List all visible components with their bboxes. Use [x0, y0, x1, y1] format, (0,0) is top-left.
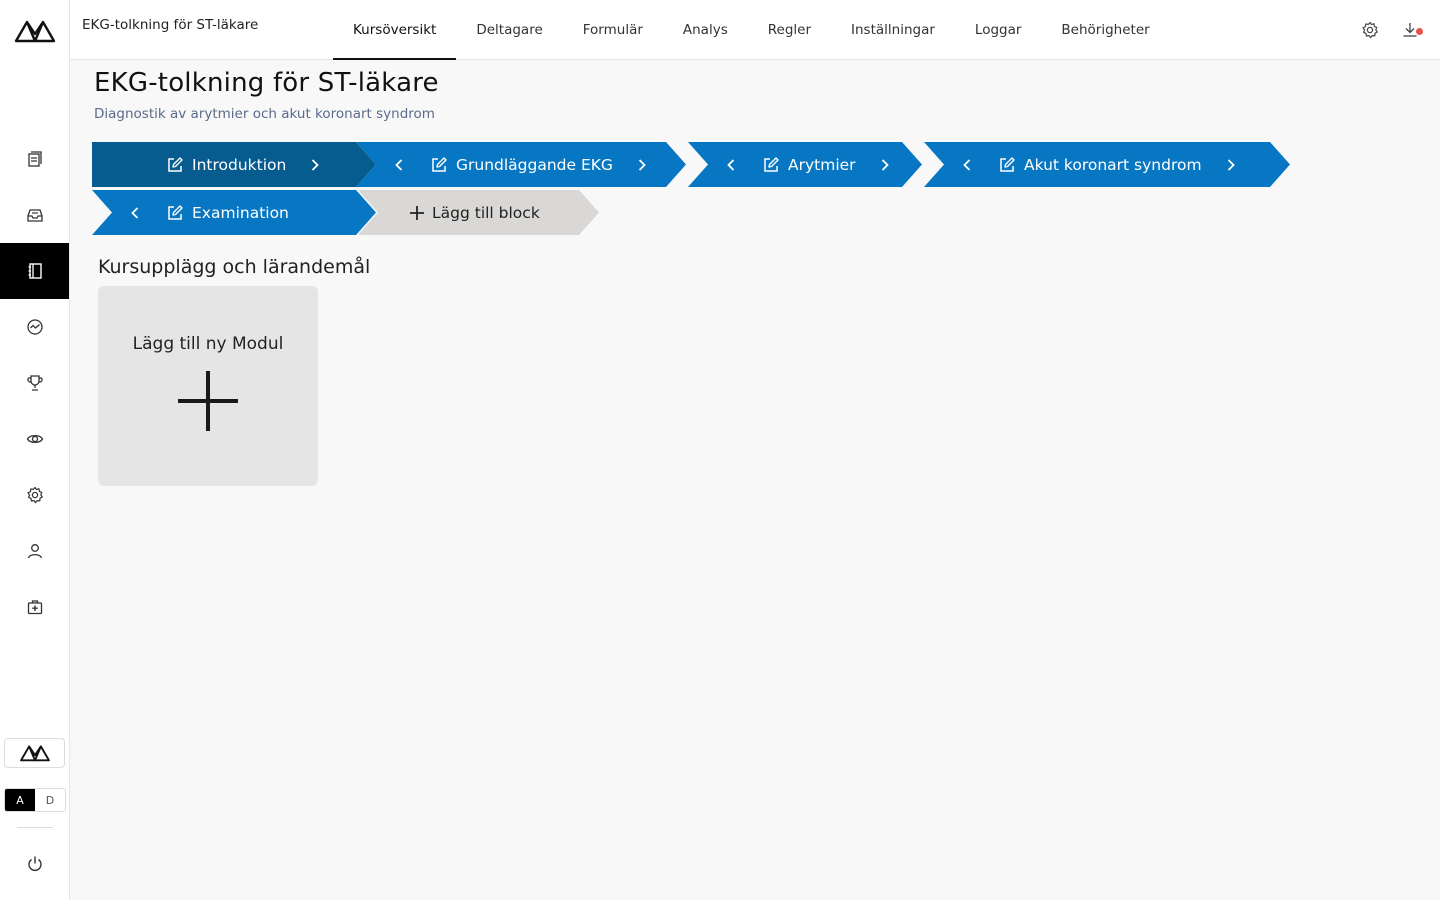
chevron-right-icon[interactable]: [635, 158, 649, 172]
tab-kursoversikt[interactable]: Kursöversikt: [333, 0, 457, 60]
block-label: Introduktion: [192, 155, 287, 174]
sidebar-item-medical[interactable]: [0, 579, 69, 635]
chevron-right-icon[interactable]: [878, 158, 892, 172]
tab-loggar[interactable]: Loggar: [955, 0, 1042, 60]
chevron-left-icon[interactable]: [724, 158, 738, 172]
tab-behorigheter[interactable]: Behörigheter: [1041, 0, 1169, 60]
eye-icon: [26, 434, 43, 444]
block-introduktion[interactable]: Introduktion: [92, 142, 376, 187]
block-grundlaggande-ekg[interactable]: Grundläggande EKG: [356, 142, 686, 187]
chevron-right-icon[interactable]: [1224, 158, 1238, 172]
lang-option-a[interactable]: A: [5, 789, 35, 811]
edit-icon[interactable]: [762, 156, 780, 174]
tab-formular[interactable]: Formulär: [563, 0, 663, 60]
sidebar-item-analytics[interactable]: [0, 299, 69, 355]
main-content: EKG-tolkning för ST-läkare Diagnostik av…: [70, 60, 1440, 900]
block-examination[interactable]: Examination: [92, 190, 376, 235]
sidebar-item-settings[interactable]: [0, 467, 69, 523]
page-subtitle: Diagnostik av arytmier och akut koronart…: [94, 106, 435, 122]
analytics-icon: [26, 319, 43, 335]
block-label: Examination: [192, 203, 289, 222]
top-bar: EKG-tolkning för ST-läkare Kursöversikt …: [70, 0, 1440, 60]
block-label: Grundläggande EKG: [456, 155, 613, 174]
power-icon: [27, 856, 42, 871]
edit-icon[interactable]: [430, 156, 448, 174]
logo-icon[interactable]: [13, 16, 57, 46]
block-akut-koronart-syndrom[interactable]: Akut koronart syndrom: [924, 142, 1290, 187]
plus-icon: [178, 371, 238, 431]
settings-button[interactable]: [1359, 19, 1381, 41]
sidebar-item-inbox[interactable]: [0, 187, 69, 243]
gear-icon: [26, 486, 43, 504]
sidebar-item-notebook[interactable]: [0, 243, 69, 299]
add-module-label: Lägg till ny Modul: [132, 334, 284, 354]
sidebar-item-documents[interactable]: [0, 131, 69, 187]
add-module-card[interactable]: Lägg till ny Modul: [98, 286, 318, 486]
user-icon: [27, 544, 42, 559]
chevron-left-icon[interactable]: [392, 158, 406, 172]
page-title: EKG-tolkning för ST-läkare: [94, 68, 439, 98]
trophy-icon: [26, 375, 43, 391]
sidebar-item-user[interactable]: [0, 523, 69, 579]
edit-icon[interactable]: [166, 204, 184, 222]
download-button[interactable]: [1399, 19, 1423, 41]
section-title: Kursupplägg och lärandemål: [98, 256, 371, 278]
block-arytmier[interactable]: Arytmier: [688, 142, 922, 187]
tab-deltagare[interactable]: Deltagare: [456, 0, 562, 60]
app-title: EKG-tolkning för ST-läkare: [82, 17, 259, 33]
sidebar: A D: [0, 0, 70, 900]
inbox-icon: [26, 209, 43, 222]
tab-regler[interactable]: Regler: [748, 0, 831, 60]
plus-icon: [410, 205, 424, 220]
block-label: Akut koronart syndrom: [1024, 155, 1202, 174]
logout-button[interactable]: [0, 836, 69, 892]
documents-icon: [27, 151, 42, 167]
medical-case-icon: [27, 600, 42, 615]
language-toggle[interactable]: A D: [4, 788, 66, 812]
edit-icon[interactable]: [998, 156, 1016, 174]
brand-logo[interactable]: [4, 738, 65, 768]
tab-analys[interactable]: Analys: [663, 0, 748, 60]
sidebar-item-eye[interactable]: [0, 411, 69, 467]
notification-dot: [1416, 28, 1423, 35]
tab-installningar[interactable]: Inställningar: [831, 0, 955, 60]
chevron-left-icon[interactable]: [960, 158, 974, 172]
lang-option-d[interactable]: D: [35, 789, 65, 811]
sidebar-item-trophy[interactable]: [0, 355, 69, 411]
add-block-button[interactable]: Lägg till block: [358, 190, 599, 235]
logo-icon: [19, 745, 50, 762]
chevron-right-icon[interactable]: [308, 158, 322, 172]
chevron-left-icon[interactable]: [128, 206, 142, 220]
tab-bar: Kursöversikt Deltagare Formulär Analys R…: [333, 0, 1170, 60]
sidebar-divider: [17, 827, 53, 828]
gear-icon: [1362, 21, 1378, 39]
notebook-icon: [28, 263, 42, 279]
block-label: Arytmier: [788, 155, 856, 174]
edit-icon[interactable]: [166, 156, 184, 174]
add-block-label: Lägg till block: [432, 203, 540, 222]
